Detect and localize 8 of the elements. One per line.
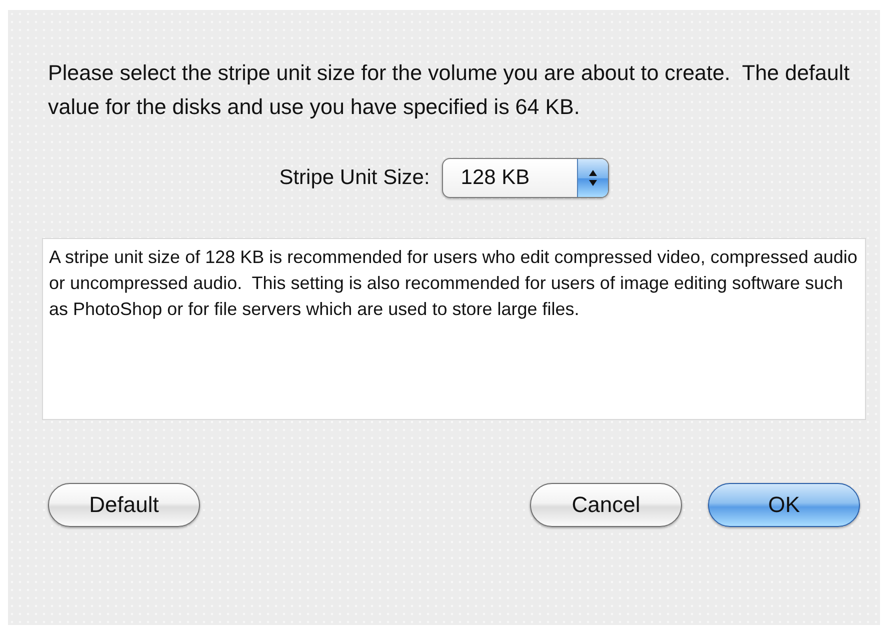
instruction-text: Please select the stripe unit size for the volume you are about to create. The default value for the disks and use you have specified is 64 KB. <box>48 60 851 121</box>
ok-button[interactable]: OK <box>708 483 860 527</box>
up-down-arrows-icon <box>588 169 598 187</box>
dialog-button[interactable]: Default <box>48 483 200 527</box>
stripe-unit-size-label: Stripe Unit Size: <box>279 166 430 190</box>
stripe-unit-size-popup[interactable]: 128 KB <box>442 158 609 198</box>
description-text: A stripe unit size of 128 KB is recommended for users who edit compressed video, compressed audio or uncompressed audio. This setting is also recommended for users of image editing software such as PhotoShop or for file servers which are used to store large files. <box>42 238 866 420</box>
dialog-button[interactable]: Cancel <box>530 483 682 527</box>
